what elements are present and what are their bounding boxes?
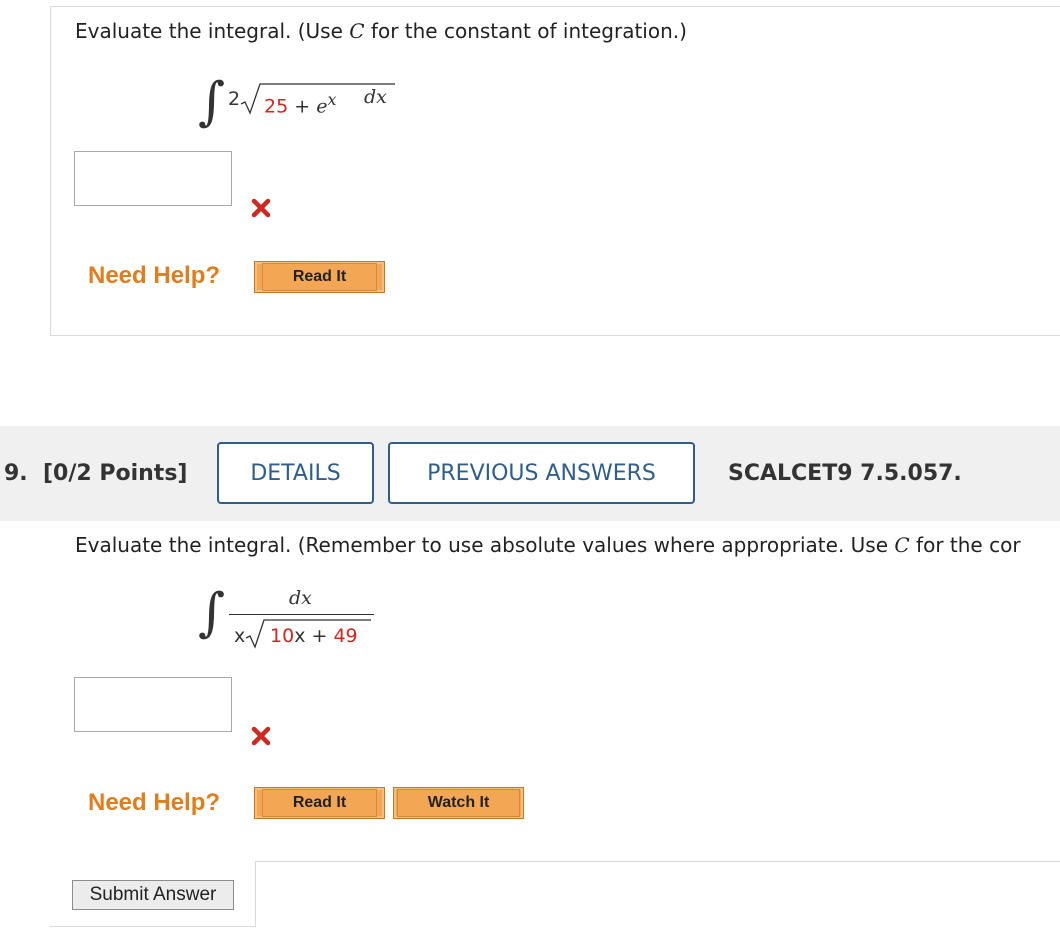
question-8-integral: ∫ 2 25 + ex dx — [198, 76, 438, 136]
denominator-x: x — [234, 625, 246, 647]
q8-answer-input[interactable] — [74, 151, 232, 206]
radicand-const: 49 — [333, 625, 358, 647]
prompt-text-end: for the constant of integration.) — [364, 19, 687, 43]
watch-it-label: Watch It — [396, 789, 521, 817]
plus-sign: + — [288, 95, 317, 118]
divider-line — [50, 926, 256, 927]
numerator-dx: dx — [289, 587, 312, 609]
prompt-text-end: for the cor — [909, 533, 1021, 557]
constant-variable: C — [894, 533, 910, 557]
question-number-text: 9. — [4, 461, 28, 486]
textbook-reference: SCALCET9 7.5.057. — [728, 461, 962, 486]
plus-sign: + — [305, 625, 334, 647]
q9-need-help-label: Need Help? — [88, 789, 221, 816]
read-it-label: Read It — [261, 263, 378, 291]
q9-answer-input[interactable] — [74, 677, 232, 732]
q8-need-help-label: Need Help? — [88, 262, 221, 289]
divider-line — [255, 861, 256, 926]
differential: dx — [364, 86, 387, 108]
radicand-var: x — [294, 625, 306, 647]
q9-read-it-button[interactable]: Read It — [254, 787, 385, 819]
question-9-integral: ∫ dx x 10x + 49 — [198, 585, 398, 655]
question-number: 9. [0/2 Points] — [4, 461, 187, 486]
divider-line — [255, 861, 1060, 862]
prompt-text: Evaluate the integral. (Use — [75, 19, 350, 43]
exp-power: x — [327, 90, 337, 109]
x-mark-icon — [251, 726, 271, 746]
radicand: 25 + ex — [264, 90, 336, 117]
question-9-prompt: Evaluate the integral. (Remember to use … — [75, 533, 1021, 557]
q9-watch-it-button[interactable]: Watch It — [393, 787, 524, 819]
x-mark-icon — [251, 198, 271, 218]
read-it-label: Read It — [261, 789, 378, 817]
question-8-prompt: Evaluate the integral. (Use C for the co… — [75, 19, 687, 43]
dx: dx — [364, 86, 387, 108]
submit-answer-button[interactable]: Submit Answer — [72, 880, 234, 910]
constant-variable: C — [349, 19, 365, 43]
details-button[interactable]: DETAILS — [217, 442, 374, 504]
integral-sign: ∫ — [198, 583, 226, 643]
radicand: 10x + 49 — [270, 625, 358, 647]
question-9-header: 9. [0/2 Points] DETAILS PREVIOUS ANSWERS… — [0, 426, 1060, 521]
previous-answers-button[interactable]: PREVIOUS ANSWERS — [388, 442, 695, 504]
fraction-bar — [229, 614, 374, 615]
question-points: [0/2 Points] — [43, 461, 188, 486]
coefficient: 2 — [228, 88, 241, 110]
q8-read-it-button[interactable]: Read It — [254, 261, 385, 293]
prompt-text: Evaluate the integral. (Remember to use … — [75, 533, 895, 557]
radicand-coef: 10 — [270, 625, 295, 647]
integral-sign: ∫ — [198, 72, 226, 132]
exp-base: e — [316, 95, 328, 118]
numerator: dx — [289, 587, 312, 609]
radicand-number: 25 — [264, 95, 289, 118]
